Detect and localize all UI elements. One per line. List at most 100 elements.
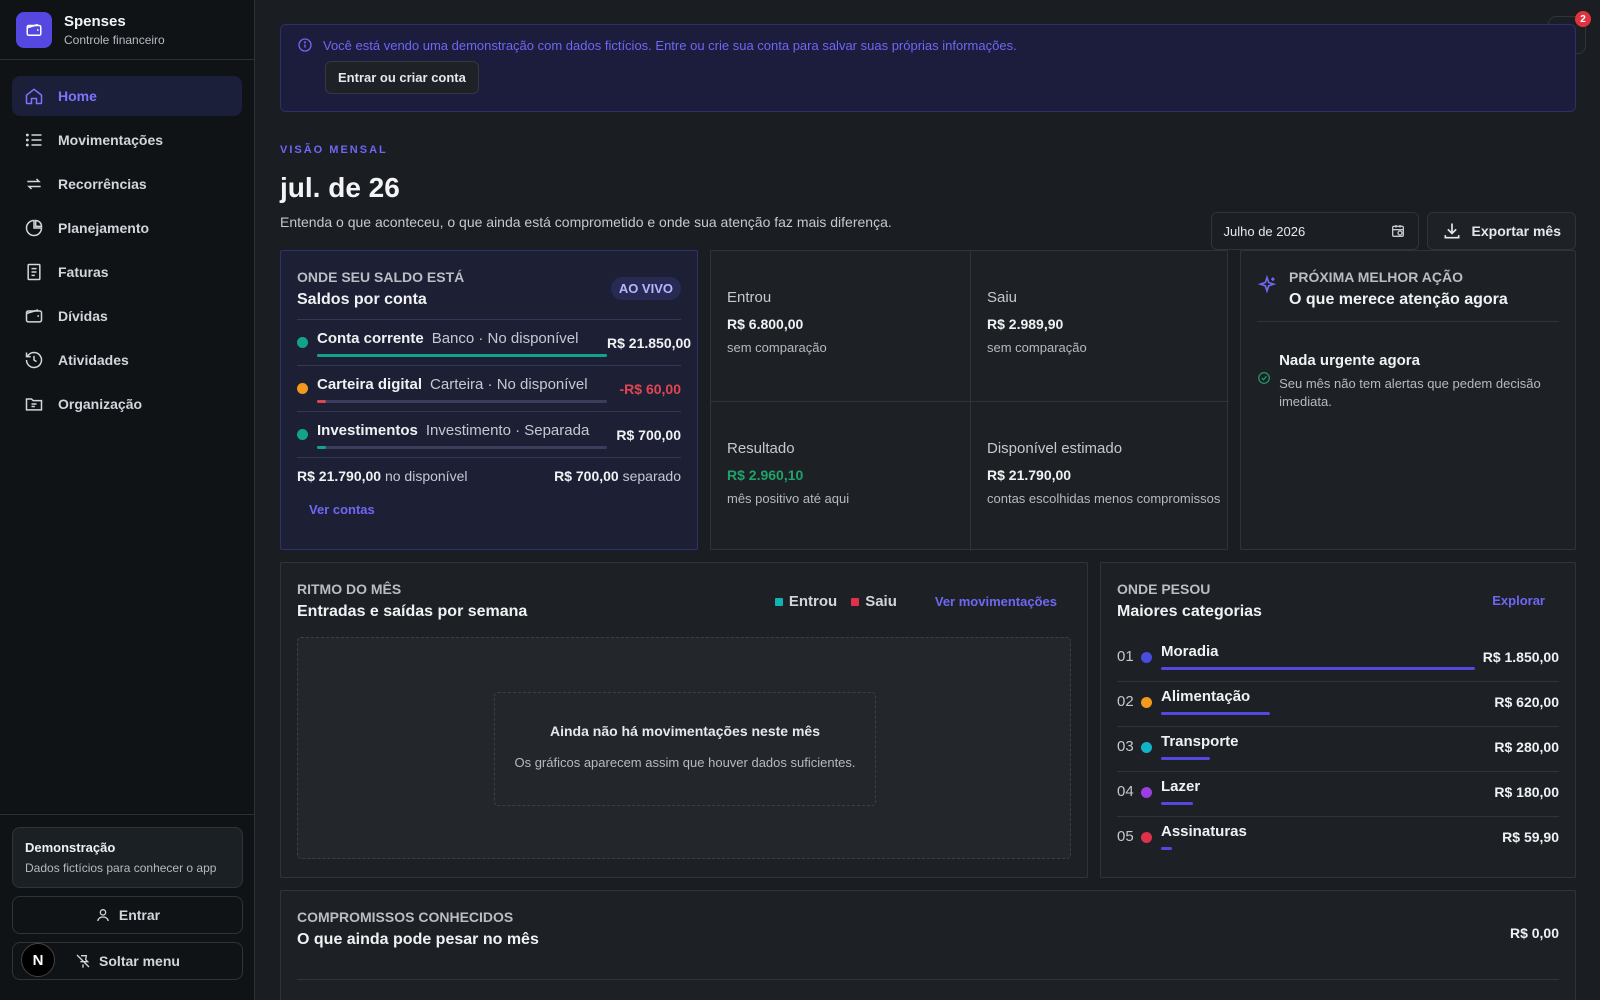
- category-row[interactable]: 01 Moradia R$ 1.850,00: [1117, 637, 1559, 682]
- nav-item-4[interactable]: Faturas: [12, 252, 242, 292]
- demo-title: Demonstração: [25, 840, 116, 855]
- rhythm-legend: Entrou Saiu Ver movimentações: [774, 593, 1057, 610]
- separated-label: separado: [622, 468, 681, 484]
- pie-chart-icon: [25, 219, 43, 237]
- month-picker[interactable]: Julho de 2026: [1210, 212, 1419, 250]
- explore-link[interactable]: Explorar: [1492, 593, 1545, 608]
- category-color-dot: [1141, 697, 1152, 708]
- category-value: R$ 59,90: [1502, 829, 1559, 845]
- commitments-title: O que ainda pode pesar no mês: [297, 931, 539, 948]
- brand-subtitle: Controle financeiro: [64, 32, 165, 47]
- category-color-dot: [1141, 787, 1152, 798]
- stat-available-sub: contas escolhidas menos compromissos: [987, 491, 1221, 506]
- account-meta: Investimento · Separada: [425, 422, 590, 439]
- legend-in-label: Entrou: [788, 593, 838, 610]
- demo-subtitle: Dados fictícios para conhecer o app: [25, 861, 217, 875]
- nav-item-0[interactable]: Home: [12, 76, 242, 116]
- category-share-bar: [1161, 667, 1475, 670]
- nav-item-5[interactable]: Dívidas: [12, 296, 242, 336]
- receipt-icon: [27, 263, 41, 281]
- stat-available: Disponível estimado R$ 21.790,00 contas …: [970, 401, 1229, 551]
- n-badge[interactable]: N: [21, 943, 55, 977]
- account-share-fill: [317, 400, 326, 403]
- month-rhythm-card: RITMO DO MÊS Entradas e saídas por seman…: [280, 562, 1088, 878]
- view-accounts-link[interactable]: Ver contas: [309, 502, 375, 517]
- export-month-button[interactable]: Exportar mês: [1426, 212, 1576, 250]
- month-stats-card: Entrou R$ 6.800,00 sem comparação Saiu R…: [710, 250, 1229, 551]
- category-share-bar: [1161, 847, 1172, 850]
- account-share-fill: [317, 354, 607, 357]
- unpin-menu-button[interactable]: N Soltar menu: [12, 942, 243, 980]
- account-share-bar: [317, 400, 607, 403]
- category-share-bar: [1161, 712, 1270, 715]
- stat-available-value: R$ 21.790,00: [987, 467, 1072, 483]
- account-share-bar: [317, 354, 607, 357]
- available-total: R$ 21.790,00: [297, 468, 382, 484]
- brand[interactable]: Spenses Controle financeiro: [0, 0, 254, 60]
- category-row[interactable]: 02 Alimentação R$ 620,00: [1117, 682, 1559, 727]
- account-name: Investimentos: [317, 422, 418, 439]
- available-label: no disponível: [384, 468, 468, 484]
- wallet-logo-icon: [16, 11, 52, 48]
- nav-item-label: Recorrências: [58, 176, 147, 192]
- commitments-eyebrow: COMPROMISSOS CONHECIDOS: [297, 909, 514, 925]
- rhythm-chart-area: Ainda não há movimentações neste mês Os …: [297, 637, 1071, 859]
- nav-item-7[interactable]: Organização: [12, 384, 242, 424]
- category-rank: 02: [1117, 693, 1134, 710]
- stat-in-sub: sem comparação: [727, 340, 827, 355]
- category-value: R$ 280,00: [1494, 739, 1559, 755]
- category-rank: 03: [1117, 738, 1134, 755]
- account-name: Conta corrente: [317, 330, 424, 347]
- nav-item-6[interactable]: Atividades: [12, 340, 242, 380]
- account-balance: R$ 700,00: [616, 427, 681, 443]
- account-balance: -R$ 60,00: [619, 381, 681, 397]
- banner-text: Você está vendo uma demonstração com dad…: [323, 37, 1017, 53]
- legend-out-label: Saiu: [865, 593, 897, 610]
- stat-in-value: R$ 6.800,00: [727, 316, 804, 332]
- account-color-dot: [297, 337, 308, 348]
- account-list: Conta corrente Banco · No disponível R$ 21…: [297, 319, 691, 458]
- calendar-icon: [1391, 225, 1404, 237]
- login-button[interactable]: Entrar: [12, 896, 243, 934]
- stat-in: Entrou R$ 6.800,00 sem comparação: [711, 251, 970, 401]
- top-categories-card: ONDE PESOU Maiores categorias Explorar 0…: [1100, 562, 1576, 878]
- nav-item-3[interactable]: Planejamento: [12, 208, 242, 248]
- action-item: Nada urgente agora Seu mês não tem alert…: [1257, 352, 1559, 411]
- stat-out: Saiu R$ 2.989,90 sem comparação: [970, 251, 1229, 401]
- category-color-dot: [1141, 652, 1152, 663]
- sidebar-footer: Demonstração Dados fictícios para conhec…: [0, 814, 255, 1000]
- known-commitments-card: COMPROMISSOS CONHECIDOS O que ainda pode…: [280, 890, 1576, 1000]
- page-eyebrow: VISÃO MENSAL: [280, 144, 388, 156]
- category-list: 01 Moradia R$ 1.850,00 02 Alimentação R$ 620,…: [1117, 637, 1559, 862]
- nav-item-1[interactable]: Movimentações: [12, 120, 242, 160]
- list-icon: [25, 133, 42, 147]
- sidebar: Spenses Controle financeiro Home Moviment…: [0, 0, 255, 1000]
- category-row[interactable]: 05 Assinaturas R$ 59,90: [1117, 817, 1559, 862]
- nav-item-label: Atividades: [58, 352, 129, 368]
- demo-card: Demonstração Dados fictícios para conhec…: [12, 827, 243, 888]
- empty-state: Ainda não há movimentações neste mês Os …: [494, 692, 876, 806]
- balance-by-account-card: ONDE SEU SALDO ESTÁ Saldos por conta AO …: [280, 250, 698, 550]
- divider: [297, 979, 1559, 980]
- balance-summary: R$ 21.790,00 no disponível R$ 700,00 sep…: [297, 468, 681, 484]
- stat-in-label: Entrou: [727, 289, 772, 306]
- nav-item-label: Organização: [58, 396, 143, 412]
- stat-result-value: R$ 2.960,10: [727, 467, 804, 483]
- category-row[interactable]: 04 Lazer R$ 180,00: [1117, 772, 1559, 817]
- next-action-title: O que merece atenção agora: [1289, 291, 1508, 308]
- category-value: R$ 620,00: [1494, 694, 1559, 710]
- stat-available-label: Disponível estimado: [987, 440, 1123, 457]
- account-row[interactable]: Investimentos Investimento · Separada R$ 7…: [297, 412, 681, 458]
- account-row[interactable]: Conta corrente Banco · No disponível R$ 21…: [297, 320, 691, 366]
- nav-item-2[interactable]: Recorrências: [12, 164, 242, 204]
- category-row[interactable]: 03 Transporte R$ 280,00: [1117, 727, 1559, 772]
- view-transactions-link[interactable]: Ver movimentações: [935, 594, 1057, 609]
- account-row[interactable]: Carteira digital Carteira · No disponível…: [297, 366, 681, 412]
- login-or-signup-button[interactable]: Entrar ou criar conta: [325, 61, 479, 94]
- nav-item-label: Movimentações: [58, 132, 164, 148]
- category-name: Alimentação: [1161, 688, 1251, 705]
- next-action-card: PRÓXIMA MELHOR AÇÃO O que merece atenção…: [1240, 250, 1576, 550]
- stat-out-sub: sem comparação: [987, 340, 1087, 355]
- action-item-subtitle: Seu mês não tem alertas que pedem decisã…: [1279, 376, 1541, 409]
- commitments-total: R$ 0,00: [1509, 925, 1559, 941]
